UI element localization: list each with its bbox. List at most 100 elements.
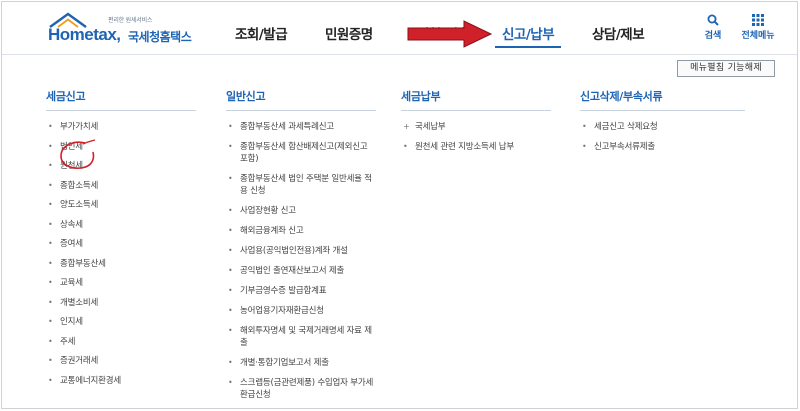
menu-item-label: 국세납부 (415, 122, 446, 132)
menu-item[interactable]: • 기부금영수증 발급합계표 (226, 285, 376, 297)
column-rule (580, 110, 745, 111)
menu-expand-toggle-button[interactable]: 메뉴펼침 기능해제 (677, 60, 775, 77)
column-title: 일반신고 (226, 90, 266, 103)
bullet-icon: • (48, 239, 53, 248)
header-divider (2, 54, 797, 55)
column-title: 세금납부 (401, 90, 441, 103)
menu-item-label: 상속세 (60, 219, 83, 230)
menu-item[interactable]: • 종합부동산세 과세특례신고 (226, 121, 376, 133)
page-frame: 편리한 원세서비스 Hometax, 국세청홈택스 조회/발급 민원증명 신청/… (1, 1, 798, 409)
menu-item-label: 스크랩등(금관련제품) 수입업자 부가세 환급신청 (240, 378, 374, 400)
column-rule (46, 110, 196, 111)
grid-menu-icon (752, 14, 764, 26)
bullet-icon: • (48, 141, 53, 151)
nav-consult-report[interactable]: 상담/제보 (592, 23, 645, 43)
menu-item[interactable]: • 개별·통합기업보고서 제출 (226, 357, 376, 369)
bullet-icon: • (228, 246, 233, 255)
menu-item-label: 종합부동산세 합산배제신고(제외신고 포함) (240, 142, 368, 164)
search-icon (707, 14, 719, 26)
bullet-icon: • (48, 122, 53, 131)
column-item-list: • 종합부동산세 과세특례신고 • 종합부동산세 합산배제신고(제외신고 포함) • 종합… (226, 121, 376, 401)
menu-item-label: 교육세 (60, 278, 83, 288)
all-menu-button[interactable]: 전체메뉴 (736, 14, 780, 41)
menu-item-label: 교통에너지환경세 (60, 375, 121, 386)
bullet-icon: • (582, 142, 587, 151)
menu-item[interactable]: • 종합부동산세 (46, 258, 196, 270)
bullet-icon: • (228, 266, 233, 275)
menu-item-label: 공익법인 출연재산보고서 제출 (240, 266, 345, 276)
menu-item-label: 종합부동산세 법인 주택분 일반세율 적용 신청 (240, 174, 372, 196)
menu-column-tax-report: 세금신고 • 부가가치세 • 법인세 • 원천세 • 종합소득세 • 양도소득세 • 상속세 • 증여세 •… (46, 88, 196, 394)
menu-item[interactable]: • 상속세 (46, 219, 196, 231)
menu-item[interactable]: • 주세 (46, 336, 196, 348)
menu-column-delete-attachments: 신고삭제/부속서류 • 세금신고 삭제요청 • 신고부속서류제출 (580, 88, 745, 161)
bullet-icon: • (48, 297, 53, 307)
search-button[interactable]: 검색 (693, 14, 733, 41)
menu-item[interactable]: • 세금신고 삭제요청 (580, 121, 745, 133)
menu-item-label: 증권거래세 (60, 356, 99, 366)
menu-item-label: 증여세 (60, 239, 83, 249)
menu-item[interactable]: • 교통에너지환경세 (46, 375, 196, 387)
bullet-icon: • (228, 358, 233, 367)
menu-item-label: 개별·통합기업보고서 제출 (240, 358, 329, 368)
bullet-icon: • (48, 336, 53, 346)
menu-item-label: 부가가치세 (60, 122, 99, 132)
column-rule (226, 110, 376, 111)
plus-icon: + (403, 122, 410, 131)
menu-item[interactable]: • 해외투자명세 및 국제거래명세 자료 제출 (226, 325, 376, 349)
column-rule (401, 110, 551, 111)
bullet-icon: • (228, 122, 233, 131)
bullet-icon: • (228, 286, 233, 295)
menu-item[interactable]: • 증권거래세 (46, 355, 196, 367)
menu-item[interactable]: • 스크랩등(금관련제품) 수입업자 부가세 환급신청 (226, 377, 376, 401)
menu-item-label: 해외투자명세 및 국제거래명세 자료 제출 (240, 326, 372, 348)
menu-item-label: 사업용(공익법인전용)계좌 개설 (240, 246, 348, 256)
menu-item-label: 세금신고 삭제요청 (594, 122, 658, 132)
menu-item[interactable]: • 종합부동산세 법인 주택분 일반세율 적용 신청 (226, 173, 376, 197)
menu-item[interactable]: • 원천세 관련 지방소득세 납부 (401, 141, 551, 153)
menu-item[interactable]: • 종합부동산세 합산배제신고(제외신고 포함) (226, 141, 376, 165)
column-item-list: • 세금신고 삭제요청 • 신고부속서류제출 (580, 121, 745, 153)
menu-item-label: 농어업용기자재환급신청 (240, 306, 324, 316)
red-circle-annotation-icon (60, 139, 96, 169)
menu-item-label: 원천세 관련 지방소득세 납부 (415, 142, 514, 152)
menu-item-label: 신고부속서류제출 (594, 142, 655, 152)
bullet-icon: • (403, 142, 408, 151)
nav-report-payment[interactable]: 신고/납부 (502, 23, 555, 43)
nav-inquiry-issuance[interactable]: 조회/발급 (235, 23, 288, 43)
bullet-icon: • (48, 278, 53, 287)
menu-item[interactable]: • 교육세 (46, 277, 196, 289)
bullet-icon: • (228, 306, 233, 315)
menu-item[interactable]: • 사업장현황 신고 (226, 205, 376, 217)
menu-item[interactable]: + 국세납부 (401, 121, 551, 133)
bullet-icon: • (48, 356, 53, 365)
menu-item[interactable]: • 농어업용기자재환급신청 (226, 305, 376, 317)
search-label: 검색 (704, 31, 722, 41)
menu-item[interactable]: • 해외금융계좌 신고 (226, 225, 376, 237)
menu-item[interactable]: • 공익법인 출연재산보고서 제출 (226, 265, 376, 277)
hometax-logo[interactable]: 편리한 원세서비스 Hometax, 국세청홈택스 (46, 12, 196, 48)
bullet-icon: • (48, 219, 53, 229)
active-nav-underline (495, 46, 561, 48)
bullet-icon: • (582, 122, 587, 131)
menu-item[interactable]: • 신고부속서류제출 (580, 141, 745, 153)
bullet-icon: • (228, 206, 233, 215)
menu-item-label: 기부금영수증 발급합계표 (240, 286, 327, 296)
menu-item-label: 해외금융계좌 신고 (240, 226, 304, 236)
menu-item-label: 종합부동산세 (60, 258, 106, 269)
menu-item[interactable]: • 양도소득세 (46, 199, 196, 211)
logo-tagline: 편리한 원세서비스 (108, 17, 153, 24)
menu-item[interactable]: • 개별소비세 (46, 297, 196, 309)
logo-brand: Hometax, (48, 25, 121, 44)
nav-civil-certificate[interactable]: 민원증명 (325, 23, 373, 43)
menu-item[interactable]: • 사업용(공익법인전용)계좌 개설 (226, 245, 376, 257)
column-title: 신고삭제/부속서류 (580, 90, 663, 103)
menu-item-label: 사업장현황 신고 (240, 206, 296, 216)
menu-item[interactable]: • 부가가치세 (46, 121, 196, 133)
menu-column-general-report: 일반신고 • 종합부동산세 과세특례신고 • 종합부동산세 합산배제신고(제외신고 포… (226, 88, 376, 408)
menu-item[interactable]: • 인지세 (46, 316, 196, 328)
menu-item[interactable]: • 증여세 (46, 238, 196, 250)
menu-item[interactable]: • 종합소득세 (46, 180, 196, 192)
bullet-icon: • (48, 258, 53, 268)
bullet-icon: • (48, 161, 53, 170)
